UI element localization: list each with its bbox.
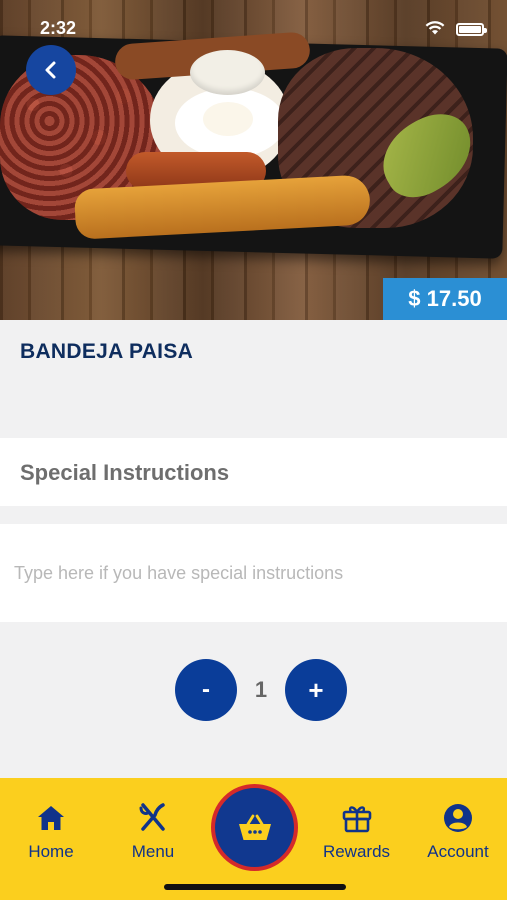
special-instructions-box (0, 524, 507, 622)
special-instructions-header: Special Instructions (0, 438, 507, 506)
status-bar: 2:32 (0, 0, 507, 44)
special-instructions-input[interactable] (0, 524, 507, 622)
nav-home[interactable]: Home (22, 802, 80, 862)
increase-quantity-button[interactable]: + (285, 659, 347, 721)
home-indicator (164, 884, 346, 890)
gift-icon (342, 806, 371, 833)
price-badge: $ 17.50 (383, 278, 507, 320)
wifi-icon (425, 21, 445, 35)
food-photo: 2:32 $ 17.50 (0, 0, 507, 320)
account-icon (444, 804, 472, 832)
basket-icon (238, 814, 271, 840)
item-title: BANDEJA PAISA (20, 340, 194, 363)
utensils-icon (139, 803, 165, 831)
home-icon (38, 806, 64, 830)
back-button[interactable] (26, 45, 76, 95)
special-instructions-label: Special Instructions (20, 460, 230, 485)
nav-account-label: Account (427, 842, 489, 861)
nav-rewards-label: Rewards (322, 842, 391, 861)
status-time: 2:32 (40, 18, 77, 38)
battery-icon (456, 23, 487, 36)
product-screen: 2:32 $ 17.50 BANDEJA PAISA Special Instr… (0, 0, 507, 900)
nav-menu-label: Menu (131, 842, 175, 861)
nav-menu[interactable]: Menu (123, 802, 183, 862)
decrease-quantity-button[interactable]: - (175, 659, 237, 721)
chevron-left-icon (45, 61, 56, 79)
fried-egg (175, 88, 285, 158)
nav-home-label: Home (28, 842, 74, 861)
quantity-value: 1 (254, 677, 268, 702)
cart-button[interactable] (211, 784, 298, 871)
arepa (190, 50, 265, 95)
nav-rewards[interactable]: Rewards (319, 802, 394, 862)
nav-account[interactable]: Account (421, 802, 495, 862)
